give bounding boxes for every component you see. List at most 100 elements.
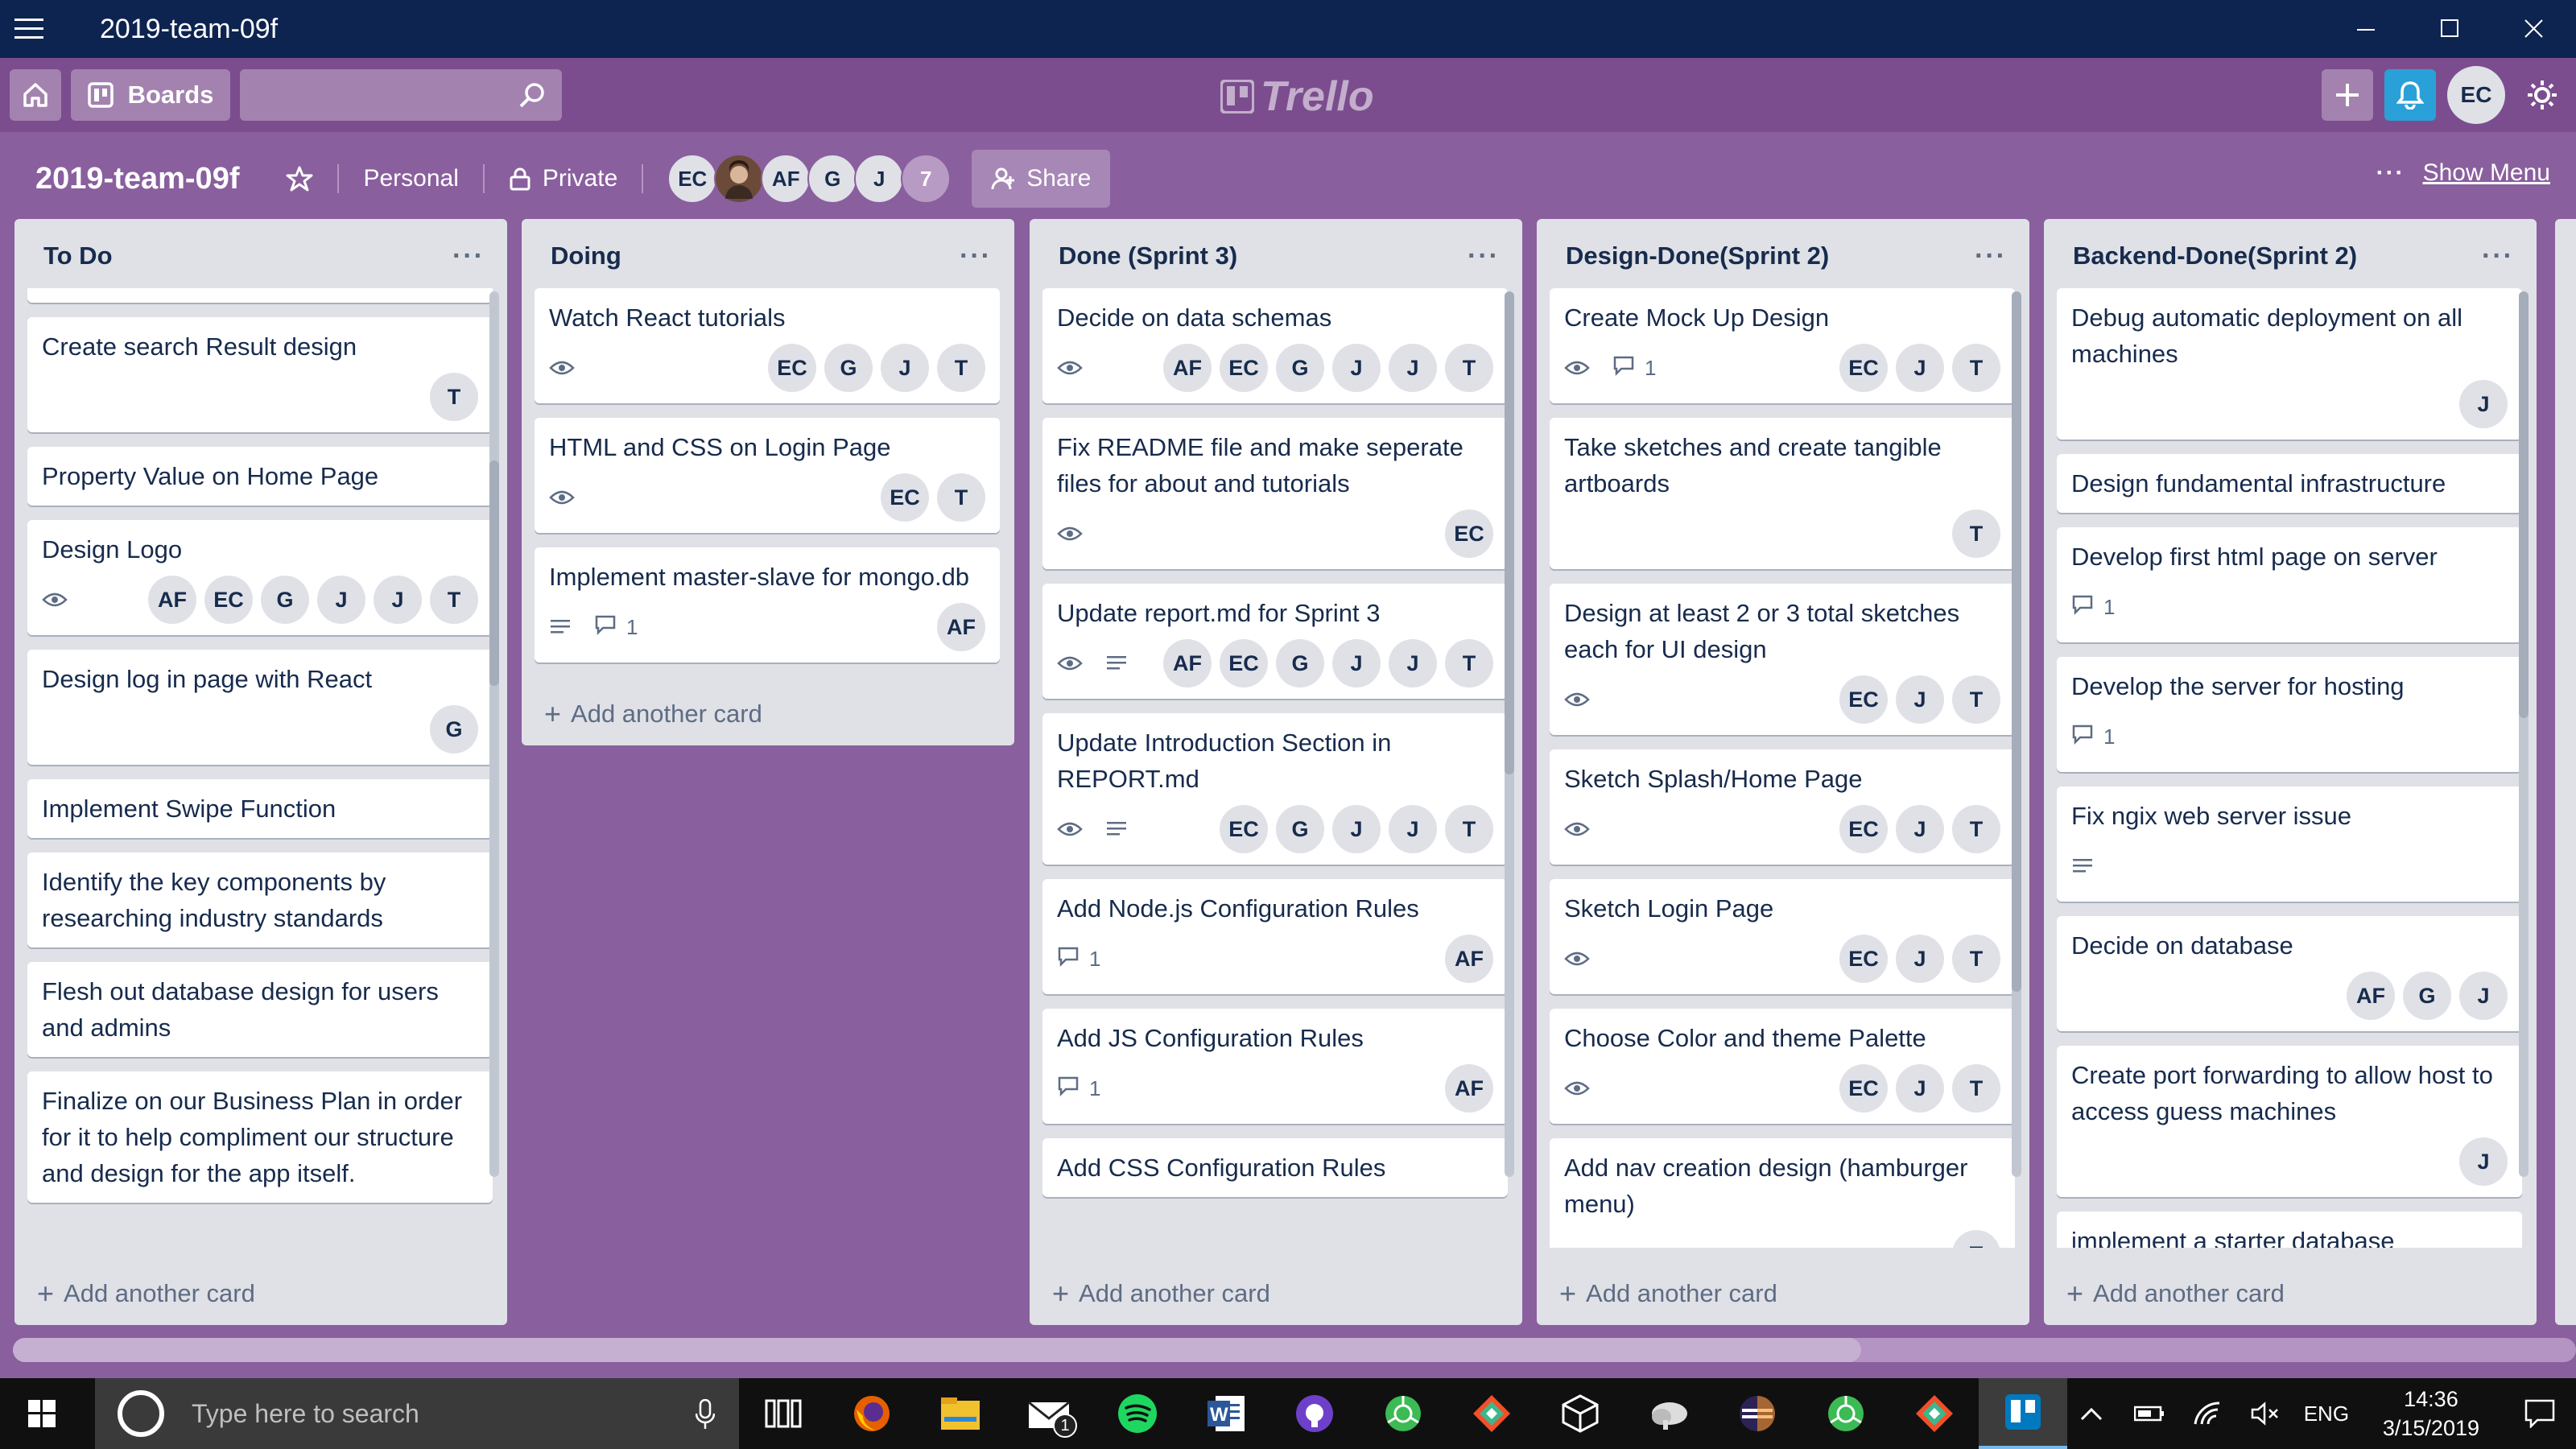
member-avatar[interactable]: T bbox=[1952, 805, 2000, 853]
list-menu-icon[interactable]: ··· bbox=[960, 241, 992, 272]
volume-muted-icon[interactable] bbox=[2236, 1378, 2294, 1449]
card[interactable]: Create search Result design T bbox=[27, 317, 493, 432]
list-title[interactable]: Design-Done(Sprint 2) bbox=[1566, 242, 1829, 270]
member-avatar[interactable]: J bbox=[1389, 805, 1437, 853]
list-column[interactable]: Doing ··· Watch React tutorials EC G J T HTML a… bbox=[522, 219, 1014, 745]
home-button[interactable] bbox=[10, 69, 61, 121]
chevron-up-icon[interactable] bbox=[2062, 1378, 2120, 1449]
member-avatar[interactable]: AF bbox=[148, 576, 196, 624]
member-avatar[interactable]: AF bbox=[1163, 344, 1212, 392]
member-avatar[interactable]: EC bbox=[1839, 344, 1888, 392]
member-avatar[interactable]: T bbox=[1952, 675, 2000, 724]
minimize-icon[interactable] bbox=[2325, 0, 2409, 58]
card[interactable]: implement a starter database bbox=[2057, 1212, 2522, 1248]
card[interactable]: Property Value on Home Page bbox=[27, 447, 493, 506]
user-avatar[interactable]: EC bbox=[2447, 66, 2505, 124]
list-scrollbar[interactable] bbox=[2012, 291, 2021, 1177]
member-avatar[interactable]: T bbox=[1952, 935, 2000, 983]
member-avatar[interactable]: J bbox=[854, 154, 905, 204]
list-scrollbar[interactable] bbox=[1505, 291, 1514, 1177]
search-icon[interactable] bbox=[518, 81, 547, 110]
member-avatar[interactable]: G bbox=[1276, 344, 1324, 392]
team-button[interactable]: Personal bbox=[363, 165, 458, 192]
member-avatar[interactable]: EC bbox=[1839, 935, 1888, 983]
member-avatar[interactable]: EC bbox=[1220, 639, 1268, 687]
member-avatar[interactable]: J bbox=[1389, 639, 1437, 687]
member-avatar[interactable]: J bbox=[1389, 344, 1437, 392]
trello-logo[interactable]: Trello bbox=[1220, 72, 1374, 121]
card[interactable]: Update report.md for Sprint 3 AF EC G J J T bbox=[1042, 584, 1508, 699]
member-avatar[interactable]: J bbox=[317, 576, 365, 624]
language-indicator[interactable]: ENG bbox=[2294, 1402, 2359, 1426]
member-avatar[interactable]: J bbox=[1332, 344, 1381, 392]
list-header[interactable]: Doing ··· bbox=[522, 219, 1014, 293]
chrome-app-icon[interactable] bbox=[1359, 1378, 1447, 1449]
taskbar-search-input[interactable]: Type here to search bbox=[95, 1378, 739, 1449]
card[interactable]: Decide on database AF G J bbox=[2057, 916, 2522, 1031]
clock[interactable]: 14:36 3/15/2019 bbox=[2383, 1385, 2479, 1443]
card[interactable]: Design at least 2 or 3 total sketches ea… bbox=[1550, 584, 2015, 735]
firefox-icon[interactable] bbox=[828, 1378, 916, 1449]
member-avatar[interactable]: T bbox=[1952, 344, 2000, 392]
member-avatar[interactable]: T bbox=[430, 373, 478, 421]
card[interactable]: Create Mock Up Design 1 EC J T bbox=[1550, 288, 2015, 403]
board-horizontal-scrollbar[interactable] bbox=[13, 1338, 2576, 1362]
card[interactable]: Add nav creation design (hamburger menu)… bbox=[1550, 1138, 2015, 1248]
show-menu-button[interactable]: ··· Show Menu bbox=[2376, 159, 2550, 187]
gitkraken-icon[interactable] bbox=[1447, 1378, 1536, 1449]
member-avatar[interactable]: T bbox=[1445, 805, 1493, 853]
header-search-input[interactable] bbox=[240, 69, 562, 121]
member-avatar[interactable]: AF bbox=[1163, 639, 1212, 687]
member-avatar[interactable]: EC bbox=[1220, 805, 1268, 853]
card[interactable]: Finalize on our Business Plan in order f… bbox=[27, 1071, 493, 1203]
battery-icon[interactable] bbox=[2120, 1378, 2178, 1449]
add-card-button[interactable]: + Add another card bbox=[1559, 1277, 1777, 1311]
list-scrollbar-thumb[interactable] bbox=[489, 460, 499, 686]
member-avatar[interactable]: G bbox=[1276, 805, 1324, 853]
card[interactable]: Add JS Configuration Rules 1 AF bbox=[1042, 1009, 1508, 1124]
card[interactable]: Design fundamental infrastructure bbox=[2057, 454, 2522, 513]
member-avatar[interactable]: EC bbox=[1839, 675, 1888, 724]
member-avatar[interactable]: J bbox=[881, 344, 929, 392]
member-avatar[interactable]: AF bbox=[761, 154, 811, 204]
list-column[interactable]: Done (Sprint 3) ··· Decide on data schemas… bbox=[1030, 219, 1522, 1325]
trello-taskbar-icon[interactable] bbox=[1979, 1378, 2067, 1449]
member-avatar-photo[interactable] bbox=[714, 154, 765, 204]
list-column[interactable]: Design-Done(Sprint 2) ··· Create Mock Up D… bbox=[1537, 219, 2029, 1325]
card[interactable]: Add CSS Configuration Rules bbox=[1042, 1138, 1508, 1197]
spotify-icon[interactable] bbox=[1093, 1378, 1182, 1449]
list-header[interactable]: Backend-Done(Sprint 2) ··· bbox=[2044, 219, 2537, 293]
member-avatar[interactable]: J bbox=[1896, 805, 1944, 853]
member-avatar[interactable]: G bbox=[2403, 972, 2451, 1020]
card[interactable]: Develop first html page on server 1 bbox=[2057, 527, 2522, 642]
star-icon[interactable] bbox=[286, 165, 313, 192]
3d-builder-icon[interactable] bbox=[1536, 1378, 1624, 1449]
card[interactable]: Implement master-slave for mongo.db 1 AF bbox=[535, 547, 1000, 663]
card[interactable]: Add Node.js Configuration Rules 1 AF bbox=[1042, 879, 1508, 994]
microphone-icon[interactable] bbox=[696, 1399, 715, 1430]
member-avatar[interactable]: T bbox=[937, 473, 985, 522]
add-card-button[interactable]: + Add another card bbox=[544, 697, 762, 731]
notification-center-icon[interactable] bbox=[2504, 1378, 2576, 1449]
member-avatar[interactable]: J bbox=[374, 576, 422, 624]
card[interactable]: Sketch Splash/Home Page EC J T bbox=[1550, 749, 2015, 865]
list-menu-icon[interactable]: ··· bbox=[1975, 241, 2007, 272]
member-avatar[interactable]: T bbox=[937, 344, 985, 392]
member-avatar[interactable]: T bbox=[430, 576, 478, 624]
list-scrollbar[interactable] bbox=[2519, 291, 2529, 1177]
boards-button[interactable]: Boards bbox=[71, 69, 230, 121]
add-card-button[interactable]: + Add another card bbox=[1052, 1277, 1270, 1311]
card[interactable]: Decide on data schemas AF EC G J J T bbox=[1042, 288, 1508, 403]
member-avatar[interactable]: G bbox=[807, 154, 858, 204]
windows-start-icon[interactable] bbox=[0, 1378, 84, 1449]
board-title[interactable]: 2019-team-09f bbox=[35, 162, 239, 196]
member-avatar[interactable]: EC bbox=[204, 576, 253, 624]
member-count-badge[interactable]: 7 bbox=[901, 154, 952, 204]
list-header[interactable]: Done (Sprint 3) ··· bbox=[1030, 219, 1522, 293]
hamburger-menu-icon[interactable] bbox=[0, 0, 58, 58]
member-avatar[interactable]: EC bbox=[881, 473, 929, 522]
list-column[interactable]: Backend-Done(Sprint 2) ··· Debug automatic… bbox=[2044, 219, 2537, 1325]
member-avatar[interactable]: T bbox=[1952, 1230, 2000, 1248]
card[interactable]: Fix README file and make seperate files … bbox=[1042, 418, 1508, 569]
word-icon[interactable]: W bbox=[1182, 1378, 1270, 1449]
